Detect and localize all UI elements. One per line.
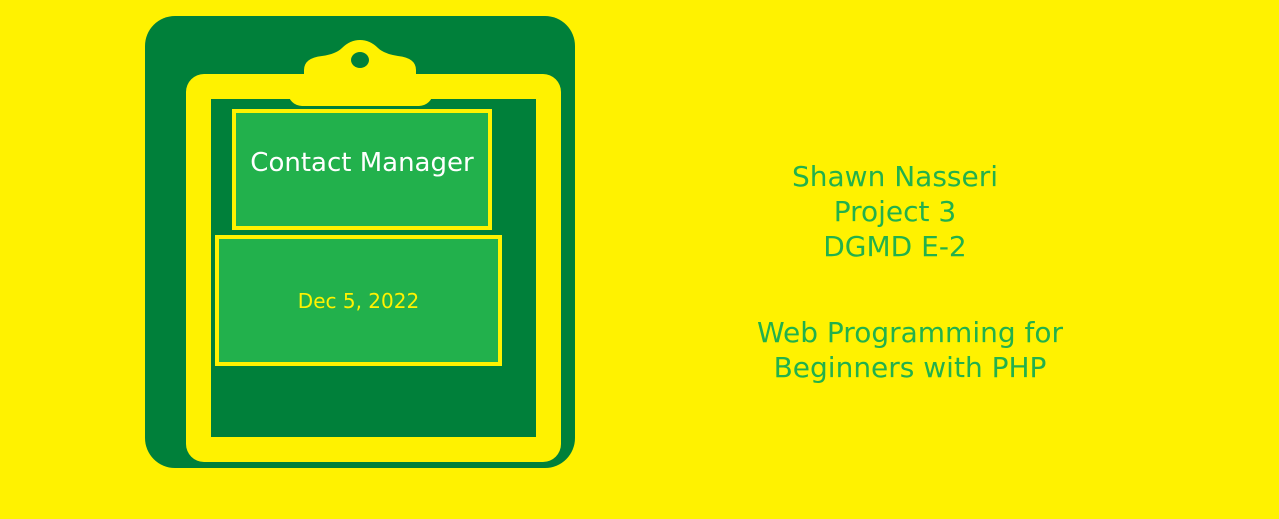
- app-title: Contact Manager: [250, 147, 474, 178]
- author-name: Shawn Nasseri: [791, 160, 999, 193]
- project-label: Project 3: [833, 195, 957, 228]
- course-name-line2: Beginners with PHP: [773, 351, 1047, 384]
- course-block: Web Programming for Beginners with PHP: [740, 315, 1080, 385]
- title-panel: Contact Manager: [232, 109, 492, 230]
- course-name-line1: Web Programming for: [756, 316, 1064, 349]
- course-code: DGMD E-2: [823, 230, 967, 263]
- date-label: Dec 5, 2022: [297, 288, 420, 313]
- date-panel: Dec 5, 2022: [215, 235, 502, 366]
- title-slide: Contact Manager Dec 5, 2022 Shawn Nasser…: [0, 0, 1279, 519]
- author-block: Shawn Nasseri Project 3 DGMD E-2: [740, 159, 1050, 264]
- clipboard-clip-icon: [288, 40, 433, 106]
